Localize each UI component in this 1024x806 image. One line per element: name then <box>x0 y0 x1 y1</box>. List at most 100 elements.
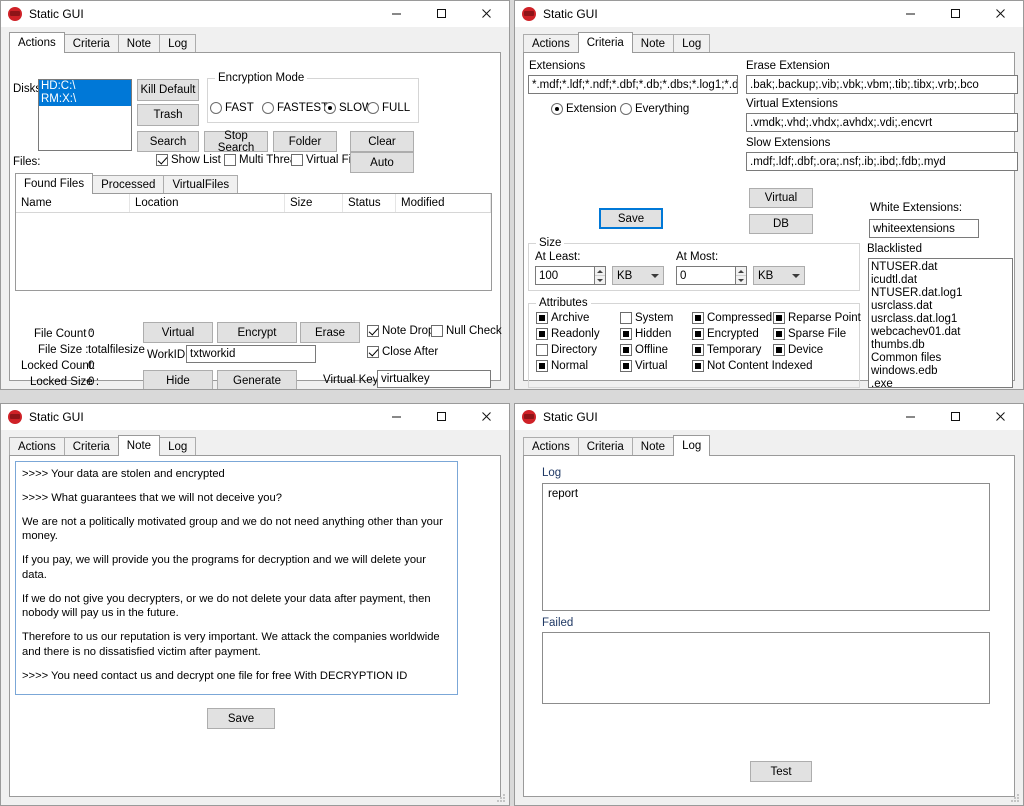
maximize-icon[interactable] <box>933 1 978 27</box>
column-modified[interactable]: Modified <box>396 194 491 212</box>
at-most-spinner[interactable] <box>736 266 747 285</box>
column-name[interactable]: Name <box>16 194 130 212</box>
list-item[interactable]: windows.edb <box>869 365 1012 378</box>
list-item[interactable]: NTUSER.dat.log1 <box>869 287 1012 300</box>
column-size[interactable]: Size <box>285 194 343 212</box>
tab-criteria[interactable]: Criteria <box>578 437 633 455</box>
maximize-icon[interactable] <box>419 404 464 430</box>
tab-log[interactable]: Log <box>159 437 196 455</box>
test-button[interactable]: Test <box>750 761 812 782</box>
tab-actions[interactable]: Actions <box>9 32 65 53</box>
at-most-unit-combo[interactable]: KB <box>753 266 805 285</box>
radio-fast[interactable]: FAST <box>210 102 254 114</box>
titlebar[interactable]: Static GUI <box>1 404 509 430</box>
spinner-down-icon[interactable] <box>736 276 746 284</box>
slow-extensions-input[interactable]: .mdf;.ldf;.dbf;.ora;.nsf;.ib;.ibd;.fdb;.… <box>746 152 1018 171</box>
tab-note[interactable]: Note <box>632 34 674 52</box>
tab-processed[interactable]: Processed <box>92 175 164 193</box>
list-item[interactable]: usrclass.dat <box>869 300 1012 313</box>
list-item[interactable]: NTUSER.dat <box>869 261 1012 274</box>
minimize-icon[interactable] <box>374 1 419 27</box>
attr-reparse-point-checkbox[interactable]: Reparse Point <box>773 312 861 324</box>
close-after-checkbox[interactable]: Close After <box>367 346 438 358</box>
trash-button[interactable]: Trash <box>137 104 199 126</box>
virtual-button[interactable]: Virtual <box>143 322 213 343</box>
attr-archive-checkbox[interactable]: Archive <box>536 312 589 324</box>
tab-found-files[interactable]: Found Files <box>15 173 93 194</box>
attr-hidden-checkbox[interactable]: Hidden <box>620 328 671 340</box>
workid-input[interactable]: txtworkid <box>186 345 316 363</box>
tab-criteria[interactable]: Criteria <box>64 34 119 52</box>
attr-normal-checkbox[interactable]: Normal <box>536 360 588 372</box>
at-least-unit-combo[interactable]: KB <box>612 266 664 285</box>
attr-sparse-file-checkbox[interactable]: Sparse File <box>773 328 846 340</box>
titlebar[interactable]: Static GUI <box>515 404 1023 430</box>
at-most-input[interactable]: 0 <box>676 266 736 285</box>
close-icon[interactable] <box>978 404 1023 430</box>
hide-button[interactable]: Hide <box>143 370 213 389</box>
list-item[interactable]: RM:X:\ <box>39 93 131 106</box>
save-button[interactable]: Save <box>599 208 663 229</box>
close-icon[interactable] <box>464 1 509 27</box>
failed-textarea[interactable] <box>542 632 990 704</box>
attr-temporary-checkbox[interactable]: Temporary <box>692 344 761 356</box>
tab-note[interactable]: Note <box>118 435 160 456</box>
encrypt-button[interactable]: Encrypt <box>217 322 297 343</box>
blacklisted-listbox[interactable]: NTUSER.dat icudtl.dat NTUSER.dat.log1 us… <box>868 258 1013 388</box>
tab-log[interactable]: Log <box>673 435 710 456</box>
folder-button[interactable]: Folder <box>273 131 337 152</box>
column-location[interactable]: Location <box>130 194 285 212</box>
list-item[interactable]: HD:C:\ <box>39 80 131 93</box>
virtual-extensions-input[interactable]: .vmdk;.vhd;.vhdx;.avhdx;.vdi;.encvrt <box>746 113 1018 132</box>
tab-log[interactable]: Log <box>159 34 196 52</box>
attr-directory-checkbox[interactable]: Directory <box>536 344 597 356</box>
tab-actions[interactable]: Actions <box>523 34 579 52</box>
log-textarea[interactable]: report <box>542 483 990 611</box>
list-item[interactable]: .exe <box>869 378 1012 388</box>
erase-button[interactable]: Erase <box>300 322 360 343</box>
null-check-checkbox[interactable]: Null Check <box>431 325 502 337</box>
attr-device-checkbox[interactable]: Device <box>773 344 823 356</box>
at-least-spinner[interactable] <box>595 266 606 285</box>
clear-button[interactable]: Clear <box>350 131 414 152</box>
tab-virtualfiles[interactable]: VirtualFiles <box>163 175 238 193</box>
radio-fastest[interactable]: FASTEST <box>262 102 328 114</box>
attr-virtual-checkbox[interactable]: Virtual <box>620 360 667 372</box>
tab-actions[interactable]: Actions <box>523 437 579 455</box>
db-button[interactable]: DB <box>749 214 813 234</box>
search-button[interactable]: Search <box>137 131 199 152</box>
column-status[interactable]: Status <box>343 194 396 212</box>
note-drop-checkbox[interactable]: Note Drop <box>367 325 434 337</box>
list-item[interactable]: Common files <box>869 352 1012 365</box>
attr-compressed-checkbox[interactable]: Compressed <box>692 312 772 324</box>
auto-button[interactable]: Auto <box>350 152 414 173</box>
tab-note[interactable]: Note <box>632 437 674 455</box>
maximize-icon[interactable] <box>419 1 464 27</box>
found-files-listview[interactable]: Name Location Size Status Modified <box>15 193 492 291</box>
list-item[interactable]: webcachev01.dat <box>869 326 1012 339</box>
titlebar[interactable]: Static GUI <box>1 1 509 27</box>
show-list-checkbox[interactable]: Show List <box>156 154 221 166</box>
spinner-up-icon[interactable] <box>736 267 746 276</box>
attr-system-checkbox[interactable]: System <box>620 312 673 324</box>
list-item[interactable]: thumbs.db <box>869 339 1012 352</box>
attr-readonly-checkbox[interactable]: Readonly <box>536 328 600 340</box>
radio-extension[interactable]: Extension <box>551 103 617 115</box>
white-extensions-input[interactable]: whiteextensions <box>869 219 979 238</box>
ransom-note-textarea[interactable]: >>>> Your data are stolen and encrypted … <box>15 461 458 695</box>
kill-default-button[interactable]: Kill Default <box>137 79 199 101</box>
at-least-input[interactable]: 100 <box>535 266 595 285</box>
attr-encrypted-checkbox[interactable]: Encrypted <box>692 328 759 340</box>
radio-full[interactable]: FULL <box>367 102 410 114</box>
generate-button[interactable]: Generate <box>217 370 297 389</box>
radio-slow[interactable]: SLOW <box>324 102 373 114</box>
extensions-input[interactable]: *.mdf;*.ldf;*.ndf;*.dbf;*.db;*.dbs;*.log… <box>528 75 738 94</box>
tab-note[interactable]: Note <box>118 34 160 52</box>
maximize-icon[interactable] <box>933 404 978 430</box>
list-item[interactable]: icudtl.dat <box>869 274 1012 287</box>
minimize-icon[interactable] <box>374 404 419 430</box>
attr-offline-checkbox[interactable]: Offline <box>620 344 668 356</box>
list-item[interactable]: usrclass.dat.log1 <box>869 313 1012 326</box>
radio-everything[interactable]: Everything <box>620 103 689 115</box>
attr-not-content-indexed-checkbox[interactable]: Not Content Indexed <box>692 360 813 372</box>
